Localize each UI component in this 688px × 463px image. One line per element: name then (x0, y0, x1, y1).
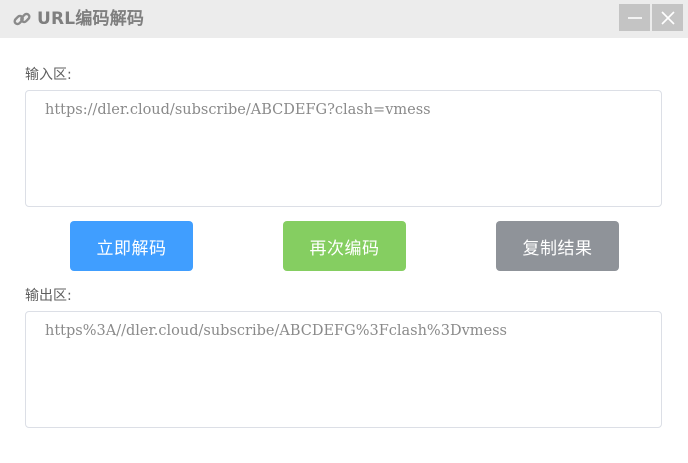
app-window: URL编码解码 输入区: https://dler.cloud/subscrib… (0, 0, 688, 463)
link-icon (12, 9, 32, 29)
encode-button[interactable]: 再次编码 (283, 221, 406, 271)
decode-button[interactable]: 立即解码 (70, 221, 193, 271)
minimize-button[interactable] (619, 4, 650, 31)
close-button[interactable] (652, 4, 683, 31)
window-title: URL编码解码 (37, 9, 145, 29)
minimize-icon (627, 10, 643, 26)
output-label: 输出区: (25, 288, 72, 304)
close-icon (660, 10, 676, 26)
output-textarea[interactable]: https%3A//dler.cloud/subscribe/ABCDEFG%3… (25, 311, 662, 428)
title-bar[interactable]: URL编码解码 (0, 0, 688, 38)
input-label: 输入区: (25, 67, 72, 83)
input-textarea[interactable]: https://dler.cloud/subscribe/ABCDEFG?cla… (25, 90, 662, 207)
copy-result-button[interactable]: 复制结果 (496, 221, 619, 271)
